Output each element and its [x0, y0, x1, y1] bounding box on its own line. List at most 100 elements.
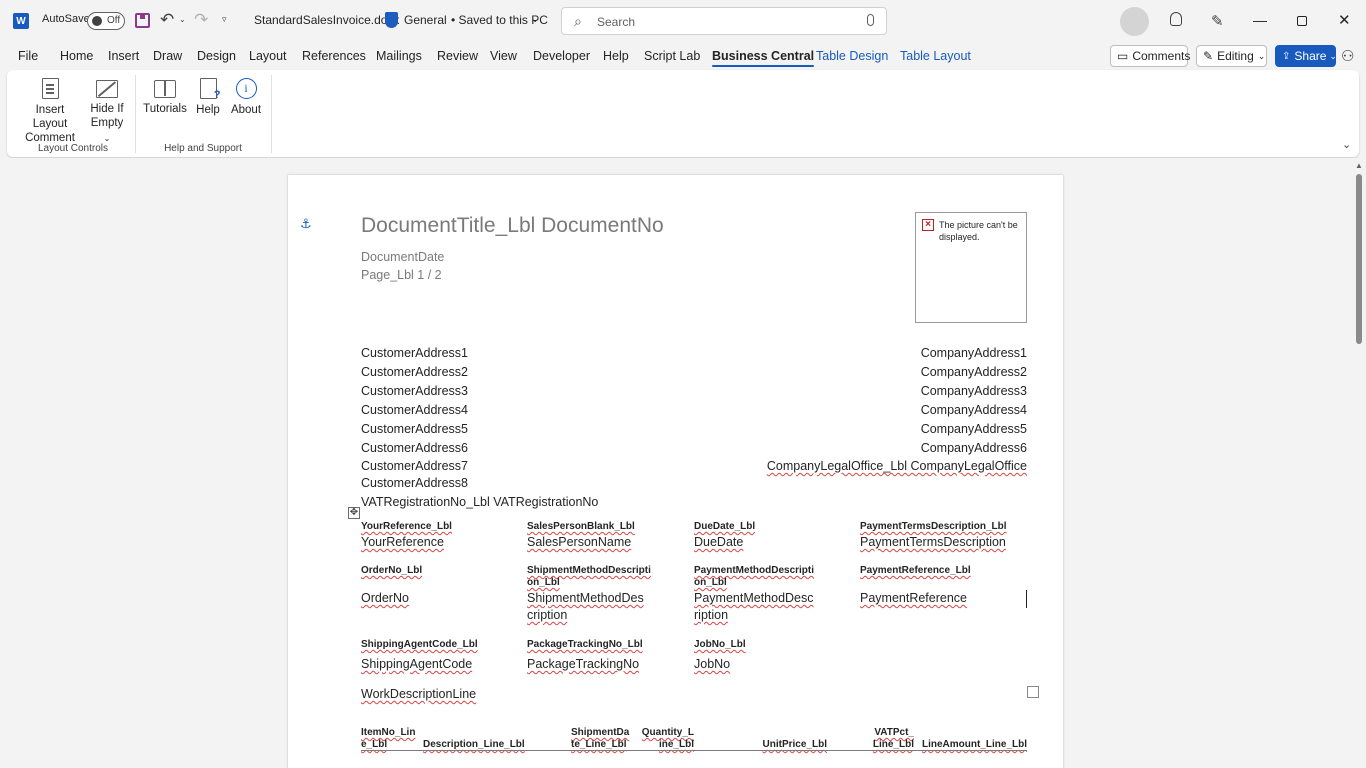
- editing-button[interactable]: ✎ Editing ⌄: [1196, 45, 1267, 67]
- redo-icon[interactable]: ↷: [194, 10, 208, 30]
- field-label: PaymentTermsDescription_Lbl: [860, 521, 1007, 532]
- field-label: ShipmentMethodDescripti: [527, 565, 651, 576]
- field-label: ShippingAgentCode_Lbl: [361, 639, 478, 650]
- chevron-down-icon[interactable]: ⌄: [531, 14, 539, 25]
- table-move-handle-icon[interactable]: ✥: [348, 507, 360, 519]
- tab-mailings[interactable]: Mailings: [376, 49, 422, 63]
- hide-icon: [96, 80, 118, 98]
- about-label: About: [230, 104, 262, 116]
- document-date: DocumentDate: [361, 250, 445, 264]
- pen-icon[interactable]: ✎: [1211, 12, 1224, 30]
- field-label: PaymentReference_Lbl: [860, 565, 971, 576]
- comments-button[interactable]: ▭ Comments: [1110, 45, 1190, 67]
- microphone-icon[interactable]: [867, 14, 874, 26]
- customize-toolbar-icon[interactable]: ▿: [222, 14, 227, 25]
- table-header-border: [361, 750, 1027, 751]
- picture-error-text: The picture can't be displayed.: [939, 220, 1018, 242]
- avatar[interactable]: [1120, 7, 1149, 36]
- help-button[interactable]: Help: [193, 78, 223, 117]
- tab-design[interactable]: Design: [197, 49, 236, 63]
- field-value: DueDate: [694, 535, 744, 549]
- tab-table-layout[interactable]: Table Layout: [900, 49, 971, 63]
- tab-layout[interactable]: Layout: [249, 49, 287, 63]
- field-value: OrderNo: [361, 591, 409, 605]
- person-icon[interactable]: ⚇: [1341, 47, 1354, 65]
- minimize-icon[interactable]: —: [1253, 12, 1267, 28]
- company-address-line: CompanyAddress2: [920, 365, 1027, 379]
- logo-picture-placeholder[interactable]: × The picture can't be displayed.: [915, 212, 1027, 323]
- group-label-layout-controls: Layout Controls: [37, 143, 109, 154]
- help-document-icon: [199, 78, 220, 102]
- tab-script-lab[interactable]: Script Lab: [644, 49, 700, 63]
- tab-view[interactable]: View: [490, 49, 517, 63]
- word-app-icon: W: [13, 13, 29, 29]
- collapse-ribbon-icon[interactable]: ⌄: [1342, 138, 1351, 151]
- toggle-knob: [92, 16, 102, 26]
- autosave-label: AutoSave: [42, 13, 90, 25]
- field-label: PackageTrackingNo_Lbl: [527, 639, 643, 650]
- anchor-icon[interactable]: ⚓: [300, 216, 312, 232]
- tab-business-central[interactable]: Business Central: [712, 49, 815, 67]
- hide-if-empty-label-2: Empty ⌄: [90, 117, 124, 143]
- work-description-line: WorkDescriptionLine: [361, 687, 477, 701]
- tab-review[interactable]: Review: [437, 49, 478, 63]
- document-page[interactable]: ⚓ DocumentTitle_Lbl DocumentNo DocumentD…: [288, 175, 1063, 768]
- share-icon: ⇪: [1282, 50, 1291, 62]
- undo-dropdown-icon[interactable]: ⌄: [179, 15, 186, 24]
- hide-if-empty-label-1: Hide If: [90, 103, 124, 115]
- field-label: SalesPersonBlank_Lbl: [527, 521, 635, 532]
- document-name[interactable]: StandardSalesInvoice.docx: [254, 13, 399, 27]
- hide-if-empty-button[interactable]: Hide If Empty ⌄: [87, 78, 127, 146]
- tab-developer[interactable]: Developer: [533, 49, 590, 63]
- sensitivity-label[interactable]: General: [404, 13, 447, 27]
- company-address-line: CompanyAddress6: [920, 441, 1027, 455]
- field-label: on_Lbl: [527, 577, 560, 588]
- tab-home[interactable]: Home: [60, 49, 93, 63]
- autosave-toggle[interactable]: Off: [87, 12, 125, 30]
- content-control-checkbox[interactable]: [1027, 686, 1039, 698]
- chevron-down-icon: ⌄: [1329, 50, 1337, 61]
- text-cursor: [1026, 590, 1027, 608]
- field-label: YourReference_Lbl: [361, 521, 452, 532]
- vertical-scrollbar[interactable]: ▲: [1352, 158, 1366, 768]
- company-legal-office: CompanyLegalOffice_Lbl CompanyLegalOffic…: [766, 459, 1027, 473]
- restore-icon[interactable]: [1297, 16, 1307, 26]
- company-address-line: CompanyAddress1: [920, 346, 1027, 360]
- line-column-header: ItemNo_Lin: [361, 727, 416, 738]
- field-label: JobNo_Lbl: [694, 639, 746, 650]
- customer-address-line: CustomerAddress1: [361, 346, 468, 360]
- book-icon: [154, 80, 176, 98]
- tab-insert[interactable]: Insert: [108, 49, 139, 63]
- tab-draw[interactable]: Draw: [153, 49, 182, 63]
- field-value: JobNo: [694, 657, 731, 671]
- about-button[interactable]: i About: [229, 78, 263, 117]
- customer-address-line: CustomerAddress5: [361, 422, 468, 436]
- group-separator: [271, 75, 272, 153]
- lightbulb-icon[interactable]: [1170, 12, 1182, 26]
- editing-label: Editing: [1217, 49, 1254, 63]
- customer-address-line: CustomerAddress4: [361, 403, 468, 417]
- share-button[interactable]: ⇪ Share ⌄: [1275, 45, 1337, 67]
- line-column-header: VATPct_: [874, 727, 914, 738]
- insert-layout-comment-button[interactable]: Insert Layout Comment: [19, 78, 81, 145]
- tab-help[interactable]: Help: [603, 49, 629, 63]
- broken-image-icon: ×: [922, 219, 934, 231]
- tab-table-design[interactable]: Table Design: [816, 49, 888, 63]
- tab-references[interactable]: References: [302, 49, 366, 63]
- scroll-thumb[interactable]: [1356, 174, 1362, 344]
- undo-icon[interactable]: ↶: [160, 10, 174, 30]
- search-box[interactable]: ⌕ Search: [561, 7, 887, 35]
- field-value: PaymentReference: [860, 591, 968, 605]
- field-value: ShipmentMethodDes: [527, 591, 644, 605]
- customer-address-line: CustomerAddress3: [361, 384, 468, 398]
- insert-layout-comment-label-1: Insert Layout: [32, 104, 68, 130]
- search-icon: ⌕: [574, 13, 582, 29]
- sensitivity-shield-icon: [385, 12, 398, 28]
- field-value: ription: [694, 608, 729, 622]
- tutorials-button[interactable]: Tutorials: [143, 78, 187, 116]
- tab-file[interactable]: File: [18, 49, 38, 63]
- scroll-up-icon[interactable]: ▲: [1355, 161, 1363, 170]
- field-label: on_Lbl: [694, 577, 727, 588]
- save-icon[interactable]: [135, 13, 150, 28]
- close-icon[interactable]: ✕: [1338, 11, 1351, 29]
